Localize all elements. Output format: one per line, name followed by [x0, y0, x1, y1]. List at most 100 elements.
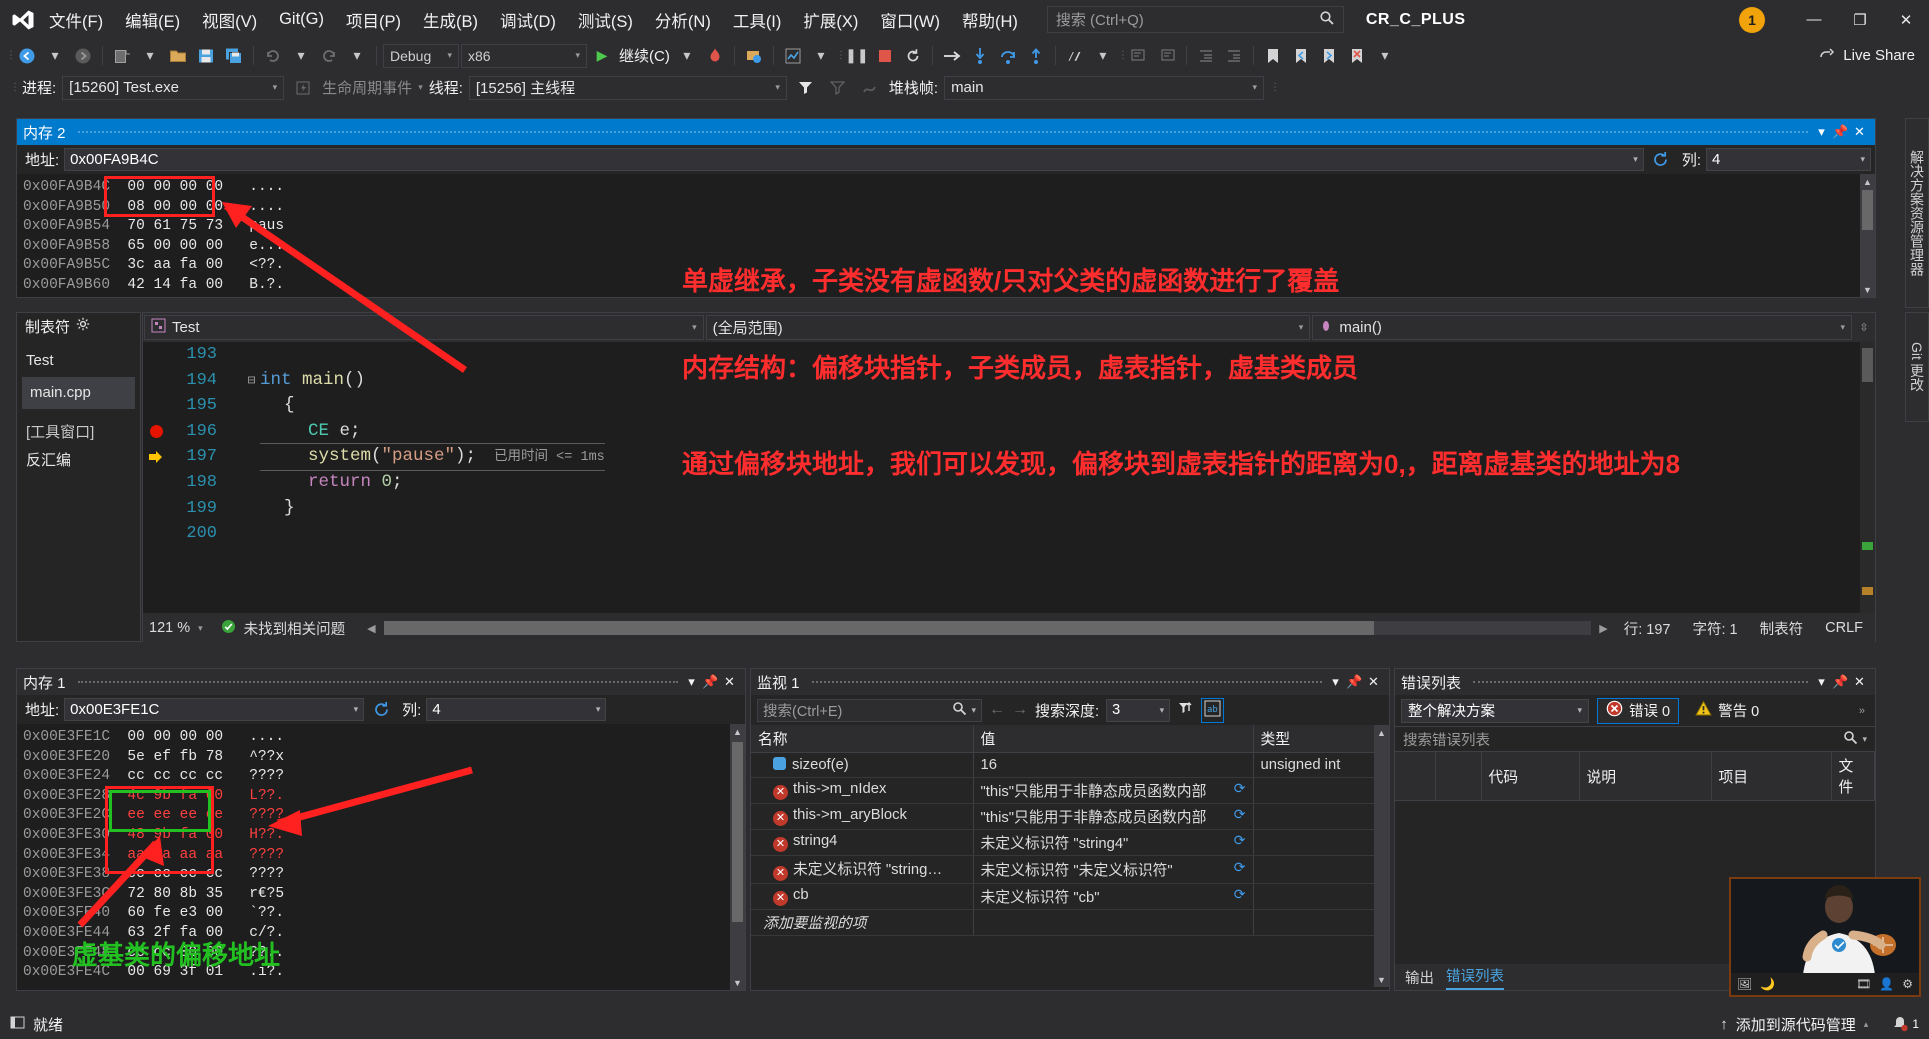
hot-reload-icon[interactable]	[702, 43, 728, 68]
memory-2-column-input[interactable]: 4 ▾	[1706, 148, 1871, 171]
tab-item-main-cpp[interactable]: main.cpp	[22, 377, 135, 409]
continue-dropdown-icon[interactable]: ▾	[674, 43, 700, 68]
diagnostic-tools-icon[interactable]	[780, 43, 806, 68]
error-list-close-icon[interactable]: ✕	[1850, 672, 1869, 692]
watch-depth-input[interactable]: 3 ▾	[1106, 698, 1171, 722]
watch-cell-name[interactable]: ✕ cb	[751, 883, 974, 910]
close-button[interactable]: ✕	[1883, 0, 1929, 39]
table-row[interactable]: ✕ string4 未定义标识符 "string4" ⟳	[751, 829, 1389, 856]
toolbar-grip-2[interactable]: ⋮	[836, 50, 846, 61]
redo-icon[interactable]	[316, 43, 342, 68]
table-row[interactable]: sizeof(e) 16 unsigned int	[751, 752, 1389, 778]
editor-zoom-dropdown-icon[interactable]: ▾	[198, 623, 203, 634]
watch-scroll-up-icon[interactable]: ▲	[1374, 725, 1389, 740]
new-project-icon[interactable]	[109, 43, 135, 68]
clear-bookmarks-icon[interactable]	[1344, 43, 1370, 68]
watch-1-close-icon[interactable]: ✕	[1364, 672, 1383, 692]
tab-item-disassembly[interactable]: 反汇编	[26, 447, 131, 475]
memory-2-scroll-up-icon[interactable]: ▲	[1860, 174, 1875, 189]
memory-row[interactable]: 0x00E3FE24 cc cc cc cc ????	[23, 767, 745, 787]
memory-2-refresh-icon[interactable]	[1649, 149, 1673, 171]
avatar-moon-icon[interactable]: 🌙	[1760, 977, 1775, 991]
memory-row[interactable]: 0x00E3FE2C ee ee ee ee ????	[23, 806, 745, 826]
watch-1-menu-icon[interactable]: ▾	[1326, 672, 1345, 692]
step-over-icon[interactable]	[995, 43, 1021, 68]
error-list-menu-icon[interactable]: ▾	[1812, 672, 1831, 692]
error-list-drag-handle[interactable]	[1473, 681, 1808, 683]
warning-filter-toggle[interactable]: 警告 0	[1687, 698, 1767, 724]
error-col-project[interactable]: 项目	[1711, 752, 1832, 801]
error-col-description[interactable]: 说明	[1579, 752, 1712, 801]
memory-row[interactable]: 0x00E3FE34 aa aa aa aa ????	[23, 846, 745, 866]
decrease-indent-icon[interactable]	[1193, 43, 1219, 68]
continue-button[interactable]: 继续(C)	[617, 45, 672, 66]
memory-1-close-icon[interactable]: ✕	[720, 672, 739, 692]
tab-error-list[interactable]: 错误列表	[1446, 965, 1504, 990]
navigate-forward-icon[interactable]	[70, 43, 96, 68]
memory-row[interactable]: 0x00FA9B54 70 61 75 73 paus	[23, 217, 1875, 237]
memory-1-pin-icon[interactable]: 📌	[701, 672, 720, 692]
floating-avatar-widget[interactable]: 🖼 🌙 🎞 👤 ⚙	[1729, 877, 1921, 997]
filter-threads-off-icon[interactable]	[825, 75, 851, 100]
watch-col-type[interactable]: 类型	[1253, 725, 1389, 753]
memory-1-drag-handle[interactable]	[77, 681, 678, 683]
avatar-video-icon[interactable]: 🎞	[1856, 977, 1871, 991]
undo-dropdown-icon[interactable]: ▾	[288, 43, 314, 68]
next-bookmark-icon[interactable]	[1316, 43, 1342, 68]
previous-bookmark-icon[interactable]	[1288, 43, 1314, 68]
breakpoint-icon[interactable]	[143, 424, 169, 439]
menu-item-analyze[interactable]: 分析(N)	[644, 4, 722, 36]
lifecycle-events-label[interactable]: 生命周期事件	[322, 77, 412, 98]
refresh-icon[interactable]: ⟳	[1234, 886, 1246, 903]
solution-platform-combo[interactable]: x86 ▾	[461, 43, 587, 68]
error-list-scope-combo[interactable]: 整个解决方案 ▾	[1401, 698, 1589, 723]
avatar-screenshot-icon[interactable]: 🖼	[1737, 977, 1752, 991]
memory-2-menu-icon[interactable]: ▾	[1812, 122, 1831, 142]
status-notification[interactable]: 1	[1892, 1016, 1919, 1032]
watch-1-pin-icon[interactable]: 📌	[1345, 672, 1364, 692]
error-col-code[interactable]: 代码	[1481, 752, 1580, 801]
navigate-back-dropdown-icon[interactable]: ▾	[42, 43, 68, 68]
memory-row[interactable]: 0x00E3FE1C 00 00 00 00 ....	[23, 728, 745, 748]
diagnostic-dropdown-icon[interactable]: ▾	[808, 43, 834, 68]
debug-toolbar-overflow[interactable]: ⋮	[1270, 82, 1280, 93]
process-combo[interactable]: [15260] Test.exe ▾	[62, 75, 285, 100]
error-list-overflow-icon[interactable]: »	[1859, 705, 1869, 717]
watch-scrollbar[interactable]: ▲ ▼	[1374, 725, 1389, 987]
save-icon[interactable]	[193, 43, 219, 68]
watch-cell-name[interactable]: ✕ 未定义标识符 "string…	[751, 855, 974, 884]
source-control-dropdown-icon[interactable]: ▴	[1864, 1019, 1869, 1030]
table-row[interactable]: ✕ cb 未定义标识符 "cb" ⟳	[751, 883, 1389, 910]
comment-icon[interactable]	[1126, 43, 1152, 68]
menu-item-build[interactable]: 生成(B)	[412, 4, 489, 36]
open-file-icon[interactable]	[165, 43, 191, 68]
menu-item-project[interactable]: 项目(P)	[335, 4, 412, 36]
memory-1-column-input[interactable]: 4 ▾	[426, 698, 607, 721]
memory-row[interactable]: 0x00E3FE28 4c 9b fa 00 L??.	[23, 787, 745, 807]
error-list-search-dropdown-icon[interactable]: ▾	[1862, 734, 1867, 745]
toolbar-grip-3[interactable]: ⋮	[1118, 50, 1128, 61]
memory-1-scroll-down-icon[interactable]: ▼	[730, 975, 745, 990]
watch-cell-name[interactable]: ✕ string4	[751, 829, 974, 856]
memory-row[interactable]: 0x00FA9B50 08 00 00 00 ....	[23, 198, 1875, 218]
memory-row[interactable]: 0x00E3FE40 60 fe e3 00 `??.	[23, 904, 745, 924]
memory-1-address-input[interactable]: 0x00E3FE1C ▾	[64, 698, 365, 721]
code-line[interactable]: 200	[143, 521, 1875, 547]
toolbar-overflow-icon[interactable]: ▾	[1372, 43, 1398, 68]
watch-cell-value[interactable]: 未定义标识符 "cb" ⟳	[973, 883, 1254, 910]
menu-item-test[interactable]: 测试(S)	[567, 4, 644, 36]
watch-search-dropdown-icon[interactable]: ▾	[971, 705, 976, 716]
menu-item-view[interactable]: 视图(V)	[191, 4, 268, 36]
menu-item-file[interactable]: 文件(F)	[38, 4, 114, 36]
current-statement-icon[interactable]	[143, 450, 169, 464]
restore-button[interactable]: ❐	[1837, 0, 1883, 39]
avatar-settings-icon[interactable]: ⚙	[1902, 977, 1913, 991]
increase-indent-icon[interactable]	[1221, 43, 1247, 68]
memory-1-menu-icon[interactable]: ▾	[682, 672, 701, 692]
watch-prev-icon[interactable]: ←	[989, 701, 1005, 719]
error-col-file[interactable]: 文件	[1831, 752, 1875, 801]
editor-hscroll-thumb[interactable]	[383, 621, 1374, 635]
watch-add-row[interactable]: 添加要监视的项	[751, 909, 1389, 936]
gear-icon[interactable]	[76, 317, 90, 335]
new-project-dropdown-icon[interactable]: ▾	[137, 43, 163, 68]
